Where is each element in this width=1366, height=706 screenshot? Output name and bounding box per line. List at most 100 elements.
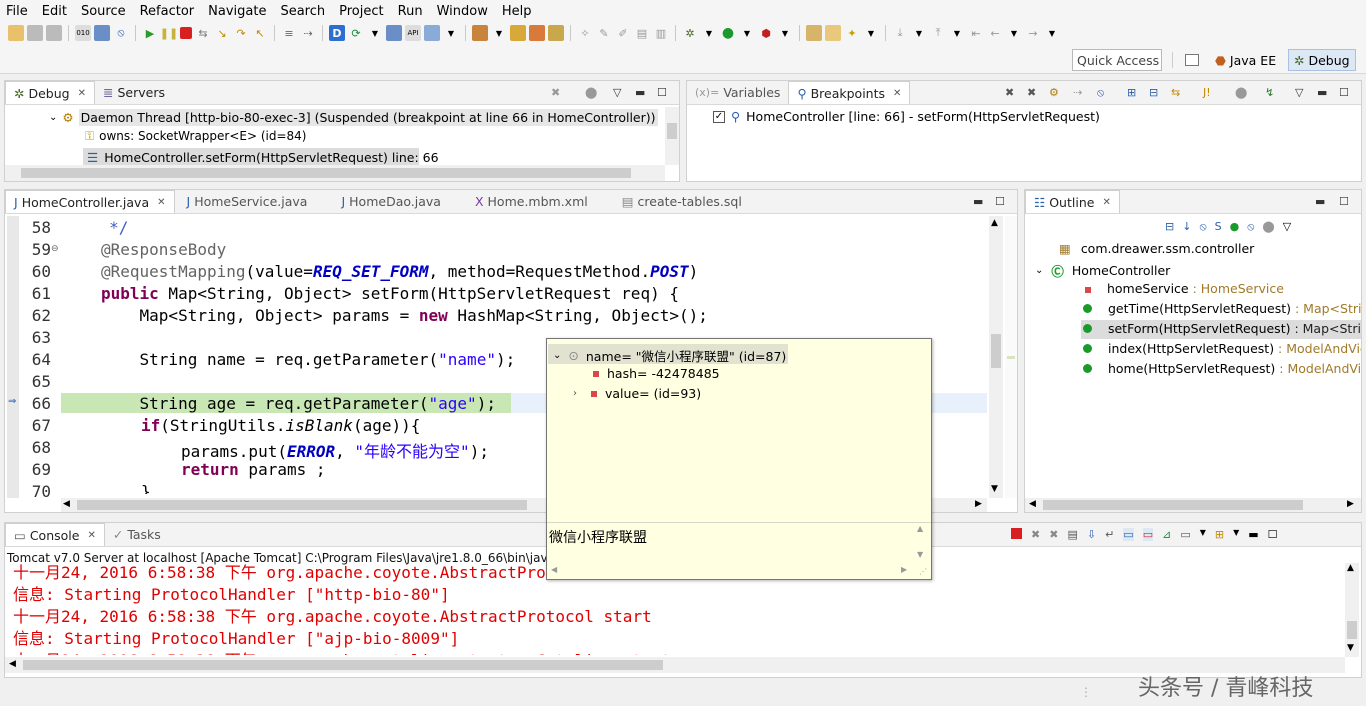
last-edit-icon[interactable]: ⇤ bbox=[968, 25, 984, 41]
java-exception-icon[interactable]: J! bbox=[1203, 86, 1211, 99]
skip-all-breakpoints-icon[interactable]: ⦸ bbox=[1097, 86, 1104, 100]
tab-variables[interactable]: (x)= Variables bbox=[687, 81, 788, 104]
database-icon[interactable] bbox=[548, 25, 564, 41]
collapse-all-icon[interactable]: ⊟ bbox=[1149, 86, 1158, 99]
collapse-all-icon[interactable]: ⊟ bbox=[1165, 220, 1174, 234]
scroll-thumb[interactable] bbox=[1347, 621, 1357, 639]
view-dropdown-icon[interactable]: ▽ bbox=[613, 86, 621, 99]
expand-icon[interactable]: ⌄ bbox=[1035, 265, 1043, 276]
perspective-java-ee[interactable]: ⬣ Java EE bbox=[1210, 49, 1281, 71]
detail-hscrollbar[interactable]: ◀ ▶ bbox=[549, 565, 913, 577]
package-icon[interactable] bbox=[510, 25, 526, 41]
api-icon[interactable]: API bbox=[405, 25, 421, 41]
suspend-icon[interactable]: ❚❚ bbox=[160, 25, 178, 41]
expand-icon[interactable]: ⌄ bbox=[49, 112, 57, 123]
tab-outline[interactable]: ☷ Outline ✕ bbox=[1025, 190, 1120, 213]
word-wrap-icon[interactable]: ↵ bbox=[1105, 528, 1114, 541]
package-add-icon[interactable] bbox=[529, 25, 545, 41]
maximize-icon[interactable]: ☐ bbox=[1339, 195, 1349, 208]
dropdown-icon[interactable]: ▼ bbox=[491, 25, 507, 41]
tab-tasks[interactable]: ✓ Tasks bbox=[105, 523, 169, 546]
doc-icon[interactable]: ▤ bbox=[634, 25, 650, 41]
detail-vscrollbar[interactable]: ▲ ▼ bbox=[915, 524, 929, 564]
hide-fields-icon[interactable]: ⦸ bbox=[1199, 220, 1206, 234]
menu-search[interactable]: Search bbox=[274, 4, 333, 19]
minimize-icon[interactable]: ▬ bbox=[973, 195, 983, 208]
display-console-icon[interactable]: ▭ bbox=[1180, 528, 1190, 541]
quick-access-input[interactable]: Quick Access bbox=[1072, 49, 1162, 71]
new-icon[interactable] bbox=[8, 25, 24, 41]
scroll-right-icon[interactable]: ▶ bbox=[975, 499, 982, 509]
pen-icon[interactable]: ✎ bbox=[596, 25, 612, 41]
tab-homedao[interactable]: J HomeDao.java bbox=[333, 190, 448, 213]
outline-class[interactable]: ⌄ Ⓒ HomeController bbox=[1035, 261, 1170, 280]
view-menu-icon[interactable]: ⬤ bbox=[1262, 220, 1274, 234]
breakpoint-row[interactable]: ✓ ⚲ HomeController [line: 66] - setForm(… bbox=[713, 109, 1100, 124]
scroll-up-icon[interactable]: ▲ bbox=[917, 524, 923, 533]
scroll-up-icon[interactable]: ▲ bbox=[991, 218, 998, 228]
grid-icon[interactable] bbox=[424, 25, 440, 41]
dropdown-icon[interactable]: ▼ bbox=[443, 25, 459, 41]
hide-local-types-icon[interactable]: ⦸ bbox=[1247, 220, 1254, 234]
dropdown-icon[interactable]: ▼ bbox=[863, 25, 879, 41]
menu-navigate[interactable]: Navigate bbox=[202, 4, 274, 19]
minimize-icon[interactable]: ▬ bbox=[1317, 86, 1327, 99]
show-supported-icon[interactable]: ⚙ bbox=[1049, 86, 1059, 99]
scroll-thumb[interactable] bbox=[21, 168, 631, 178]
menu-refactor[interactable]: Refactor bbox=[134, 4, 203, 19]
debug-d-icon[interactable]: D bbox=[329, 25, 345, 41]
menu-run[interactable]: Run bbox=[392, 4, 431, 19]
prev-annotation-icon[interactable]: ⤒ bbox=[930, 25, 946, 41]
step-into-icon[interactable]: ↘ bbox=[214, 25, 230, 41]
resume-icon[interactable]: ▶ bbox=[142, 25, 158, 41]
maximize-icon[interactable]: ☐ bbox=[657, 86, 667, 99]
debug-hscrollbar[interactable] bbox=[5, 165, 665, 181]
scroll-left-icon[interactable]: ◀ bbox=[63, 499, 70, 509]
run-icon[interactable]: ● bbox=[720, 25, 736, 41]
scroll-down-icon[interactable]: ▼ bbox=[917, 550, 923, 559]
outline-package[interactable]: ▦ com.dreawer.ssm.controller bbox=[1059, 241, 1254, 256]
expression-icon[interactable]: ↯ bbox=[1265, 86, 1274, 99]
scroll-thumb[interactable] bbox=[991, 334, 1001, 368]
scroll-thumb[interactable] bbox=[77, 500, 527, 510]
tab-debug[interactable]: ✲ Debug ✕ bbox=[5, 81, 95, 104]
terminate-icon[interactable] bbox=[1011, 528, 1022, 539]
dropdown-icon[interactable]: ▼ bbox=[739, 25, 755, 41]
close-icon[interactable]: ✕ bbox=[78, 88, 86, 99]
pin-console-icon[interactable]: ⊿ bbox=[1162, 528, 1171, 541]
remove-all-icon[interactable]: ✖ bbox=[1049, 528, 1058, 541]
tab-servers[interactable]: ≣ Servers bbox=[95, 81, 173, 104]
scroll-lock-icon[interactable]: ⇩ bbox=[1087, 528, 1096, 541]
open-perspective-button[interactable] bbox=[1180, 49, 1204, 71]
go-to-file-icon[interactable]: ⇢ bbox=[1073, 86, 1082, 99]
disconnect-icon[interactable]: ⇆ bbox=[195, 25, 211, 41]
next-annotation-icon[interactable]: ⤓ bbox=[892, 25, 908, 41]
open-folder-icon[interactable] bbox=[825, 25, 841, 41]
dropdown-icon[interactable]: ▼ bbox=[1044, 25, 1060, 41]
sort-icon[interactable]: ↓ bbox=[1182, 220, 1191, 234]
close-icon[interactable]: ✕ bbox=[157, 197, 165, 208]
inspect-value-row[interactable]: › value= (id=93) bbox=[573, 386, 701, 401]
close-icon[interactable]: ✕ bbox=[1102, 197, 1110, 208]
save-icon[interactable] bbox=[27, 25, 43, 41]
remove-breakpoint-icon[interactable]: ✖ bbox=[1005, 86, 1014, 99]
clear-console-icon[interactable]: ▤ bbox=[1067, 528, 1077, 541]
use-step-filters-icon[interactable]: ⇢ bbox=[300, 25, 316, 41]
server-icon[interactable] bbox=[472, 25, 488, 41]
scroll-left-icon[interactable]: ◀ bbox=[9, 659, 16, 669]
tab-homecontroller[interactable]: J HomeController.java ✕ bbox=[5, 190, 175, 213]
scroll-left-icon[interactable]: ◀ bbox=[551, 565, 557, 574]
step-over-icon[interactable]: ↷ bbox=[233, 25, 249, 41]
remove-all-breakpoints-icon[interactable]: ✖ bbox=[1027, 86, 1036, 99]
refresh-icon[interactable]: ⟳ bbox=[348, 25, 364, 41]
step-return-icon[interactable]: ↖ bbox=[252, 25, 268, 41]
scroll-right-icon[interactable]: ▶ bbox=[1347, 499, 1354, 509]
remove-terminated-icon[interactable]: ✖ bbox=[551, 86, 560, 99]
back-icon[interactable]: ← bbox=[987, 25, 1003, 41]
expand-all-icon[interactable]: ⊞ bbox=[1127, 86, 1136, 99]
debug-bug-icon[interactable]: ✲ bbox=[682, 25, 698, 41]
menu-edit[interactable]: Edit bbox=[36, 4, 75, 19]
minimize-icon[interactable]: ▬ bbox=[1315, 195, 1325, 208]
maximize-icon[interactable]: ☐ bbox=[1268, 528, 1278, 541]
inspect-hash-row[interactable]: hash= -42478485 bbox=[593, 366, 720, 381]
